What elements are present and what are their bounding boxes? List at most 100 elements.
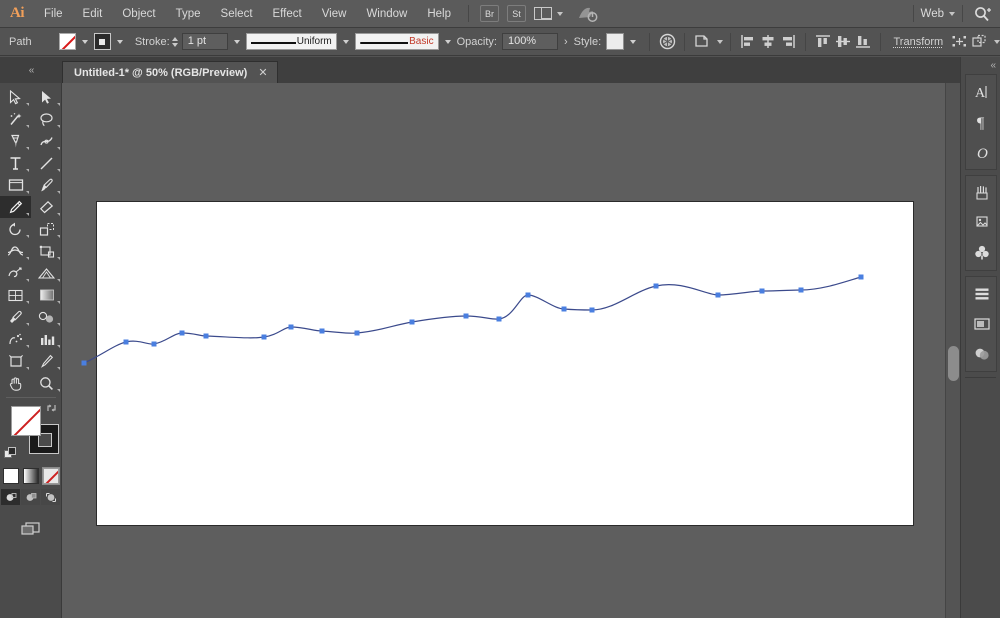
- selection-tool[interactable]: [0, 86, 31, 108]
- brush-definition-select[interactable]: Basic: [354, 33, 439, 50]
- rotate-tool[interactable]: [0, 218, 31, 240]
- perspective-grid-tool[interactable]: [31, 262, 62, 284]
- mesh-tool[interactable]: [0, 284, 31, 306]
- swap-fill-stroke-icon[interactable]: [46, 402, 58, 414]
- fill-swatch-large-none[interactable]: [11, 406, 41, 436]
- path-anchor-point[interactable]: [81, 360, 87, 366]
- paragraph-panel-icon[interactable]: ¶: [966, 107, 997, 137]
- adobe-stock-icon[interactable]: [577, 5, 599, 23]
- expand-panels-icon[interactable]: «: [961, 57, 1000, 74]
- align-left-icon[interactable]: [738, 32, 758, 52]
- brushes-panel-icon[interactable]: [966, 178, 997, 208]
- shape-builder-chevron-down-icon[interactable]: [994, 39, 1000, 44]
- graphic-styles-panel-icon[interactable]: [966, 238, 997, 268]
- stroke-weight-stepper[interactable]: [171, 36, 178, 47]
- menu-file[interactable]: File: [34, 0, 73, 28]
- color-mode-icon[interactable]: [2, 468, 19, 484]
- opentype-panel-icon[interactable]: O: [966, 137, 997, 167]
- shape-builder-icon[interactable]: [969, 32, 989, 52]
- menu-edit[interactable]: Edit: [73, 0, 113, 28]
- rectangle-tool[interactable]: [0, 174, 31, 196]
- brush-chevron-down-icon[interactable]: [444, 39, 451, 44]
- recolor-artwork-icon[interactable]: [657, 32, 677, 52]
- curvature-tool[interactable]: [31, 130, 62, 152]
- eyedropper-tool[interactable]: [0, 306, 31, 328]
- menu-select[interactable]: Select: [211, 0, 263, 28]
- gradient-mode-icon[interactable]: [22, 468, 39, 484]
- bridge-button[interactable]: Br: [480, 5, 499, 22]
- shape-builder-tool[interactable]: [0, 262, 31, 284]
- stroke-chevron-down-icon[interactable]: [116, 39, 123, 44]
- align-center-horizontal-icon[interactable]: [758, 32, 778, 52]
- symbols-panel-icon[interactable]: [966, 208, 997, 238]
- graphic-style-swatch[interactable]: [606, 33, 625, 50]
- align-center-vertical-icon[interactable]: [833, 32, 853, 52]
- magic-wand-tool[interactable]: [0, 108, 31, 130]
- slice-tool[interactable]: [31, 350, 62, 372]
- blend-tool[interactable]: [31, 306, 62, 328]
- stock-button[interactable]: St: [507, 5, 526, 22]
- stroke-weight-input[interactable]: 1 pt: [181, 33, 228, 50]
- none-mode-icon[interactable]: [41, 467, 60, 485]
- menu-window[interactable]: Window: [356, 0, 417, 28]
- layers-panel-icon[interactable]: [966, 279, 997, 309]
- width-tool[interactable]: [0, 240, 31, 262]
- vertical-scrollbar[interactable]: [945, 83, 960, 618]
- vertical-scrollbar-thumb[interactable]: [948, 346, 959, 381]
- column-graph-tool[interactable]: [31, 328, 62, 350]
- isolate-selected-object-icon[interactable]: [692, 32, 712, 52]
- profile-chevron-down-icon[interactable]: [342, 39, 349, 44]
- line-segment-tool[interactable]: [31, 152, 62, 174]
- symbol-sprayer-tool[interactable]: [0, 328, 31, 350]
- draw-normal-icon[interactable]: [1, 489, 20, 505]
- opacity-options-arrow-icon[interactable]: ›: [564, 36, 568, 48]
- gradient-tool[interactable]: [31, 284, 62, 306]
- document-tab[interactable]: Untitled-1* @ 50% (RGB/Preview) ✕: [62, 61, 278, 83]
- align-right-icon[interactable]: [778, 32, 798, 52]
- menu-effect[interactable]: Effect: [263, 0, 312, 28]
- workspace-switcher[interactable]: Web: [921, 8, 944, 20]
- close-icon[interactable]: ✕: [258, 66, 267, 79]
- type-tool[interactable]: [0, 152, 31, 174]
- collapse-panel-icon[interactable]: «: [0, 57, 62, 83]
- isolate-chevron-down-icon[interactable]: [717, 39, 724, 44]
- character-panel-icon[interactable]: A: [966, 77, 997, 107]
- variable-width-profile-select[interactable]: Uniform: [245, 33, 337, 50]
- menu-type[interactable]: Type: [166, 0, 211, 28]
- eraser-tool[interactable]: [31, 196, 62, 218]
- align-bottom-icon[interactable]: [853, 32, 873, 52]
- search-adobe-stock-icon[interactable]: [974, 6, 994, 22]
- pen-tool[interactable]: [0, 130, 31, 152]
- hand-tool[interactable]: [0, 372, 31, 394]
- artboard[interactable]: [97, 202, 913, 525]
- lasso-tool[interactable]: [31, 108, 62, 130]
- canvas-area[interactable]: [62, 83, 945, 618]
- default-fill-stroke-icon[interactable]: [4, 447, 17, 460]
- menu-help[interactable]: Help: [417, 0, 461, 28]
- draw-behind-icon[interactable]: [21, 489, 40, 505]
- pencil-tool[interactable]: [0, 196, 31, 218]
- fill-chevron-down-icon[interactable]: [81, 39, 88, 44]
- arrange-documents-icon[interactable]: [534, 7, 563, 20]
- stroke-weight-chevron-down-icon[interactable]: [233, 39, 240, 44]
- direct-selection-tool[interactable]: [31, 86, 62, 108]
- change-screen-mode-icon[interactable]: [18, 519, 44, 539]
- artboards-panel-icon[interactable]: [966, 309, 997, 339]
- align-top-icon[interactable]: [813, 32, 833, 52]
- stroke-color-swatch[interactable]: [93, 33, 111, 50]
- menu-object[interactable]: Object: [112, 0, 165, 28]
- artboard-tool[interactable]: [0, 350, 31, 372]
- menu-view[interactable]: View: [312, 0, 357, 28]
- zoom-tool[interactable]: [31, 372, 62, 394]
- draw-inside-icon[interactable]: [41, 489, 60, 505]
- fill-color-swatch[interactable]: [58, 33, 76, 50]
- opacity-input[interactable]: 100%: [501, 33, 558, 50]
- transform-panel-link[interactable]: Transform: [893, 36, 943, 48]
- free-transform-tool[interactable]: [31, 240, 62, 262]
- scale-tool[interactable]: [31, 218, 62, 240]
- appearance-panel-icon[interactable]: [966, 339, 997, 369]
- workspace-chevron-down-icon[interactable]: [949, 11, 955, 16]
- isolate-path-icon[interactable]: [949, 32, 969, 52]
- style-chevron-down-icon[interactable]: [630, 39, 637, 44]
- paintbrush-tool[interactable]: [31, 174, 62, 196]
